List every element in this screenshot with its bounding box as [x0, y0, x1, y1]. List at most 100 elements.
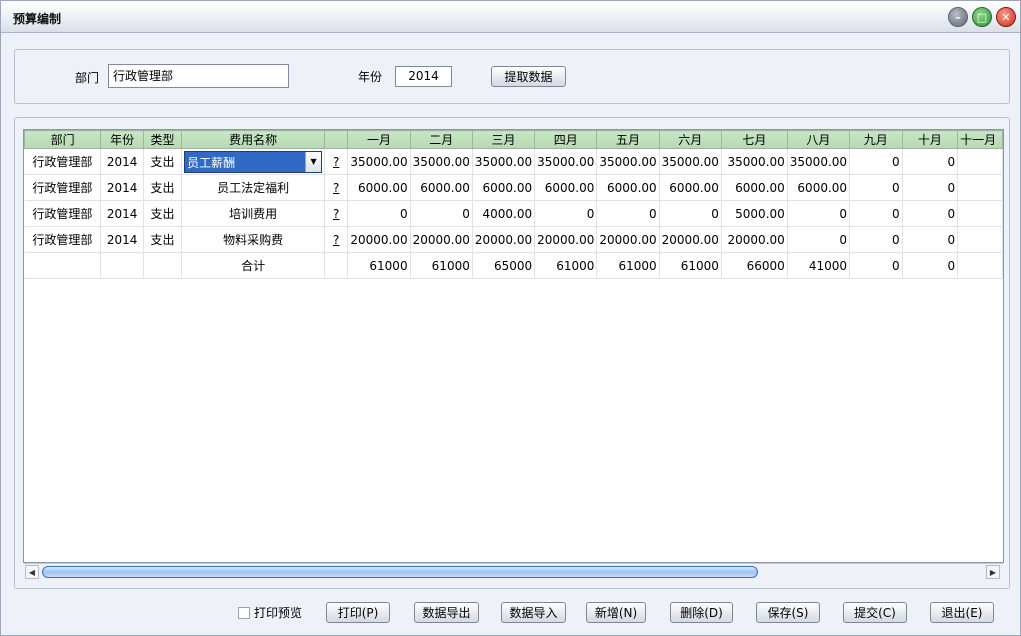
cell-oct[interactable]: 0 — [902, 200, 959, 227]
cell-year[interactable]: 2014 — [100, 200, 144, 227]
col-header-oct[interactable]: 十月 — [901, 130, 959, 149]
cell-oct[interactable]: 0 — [902, 148, 959, 175]
table-row[interactable]: 行政管理部 2014 支出 员工法定福利 ? 6000.00 6000.00 6… — [24, 174, 1003, 201]
cell-mar[interactable]: 20000.00 — [472, 226, 536, 253]
cell-year[interactable]: 2014 — [100, 226, 144, 253]
col-header-may[interactable]: 五月 — [596, 130, 660, 149]
cell-type[interactable]: 支出 — [143, 200, 183, 227]
title-bar[interactable]: 预算编制 – □ ✕ — [1, 1, 1020, 33]
scrollbar-thumb[interactable] — [42, 566, 758, 578]
cell-expense-name[interactable]: 员工法定福利 — [181, 174, 326, 201]
col-header-dept[interactable]: 部门 — [24, 130, 102, 149]
cell-mar[interactable]: 35000.00 — [472, 148, 536, 175]
cell-may[interactable]: 0 — [596, 200, 660, 227]
cell-apr[interactable]: 0 — [534, 200, 598, 227]
cell-feb[interactable]: 35000.00 — [410, 148, 473, 175]
col-header-jul[interactable]: 七月 — [720, 130, 788, 149]
cell-aug[interactable]: 35000.00 — [787, 148, 851, 175]
submit-button[interactable]: 提交(C) — [843, 602, 907, 623]
cell-year[interactable]: 2014 — [100, 148, 144, 175]
cell-jul[interactable]: 5000.00 — [721, 200, 788, 227]
cell-apr[interactable]: 6000.00 — [534, 174, 598, 201]
cell-dept[interactable]: 行政管理部 — [24, 148, 102, 175]
cell-aug[interactable]: 0 — [787, 226, 851, 253]
cell-nov[interactable] — [957, 200, 1003, 227]
fetch-data-button[interactable]: 提取数据 — [491, 66, 566, 87]
cell-apr[interactable]: 35000.00 — [534, 148, 598, 175]
cell-nov[interactable] — [957, 174, 1003, 201]
scroll-right-icon[interactable]: ▶ — [986, 565, 1000, 579]
col-header-aug[interactable]: 八月 — [786, 130, 851, 149]
col-header-jun[interactable]: 六月 — [658, 130, 722, 149]
col-header-feb[interactable]: 二月 — [409, 130, 473, 149]
cell-jul[interactable]: 20000.00 — [721, 226, 788, 253]
cell-expense-name[interactable]: 物料采购费 — [181, 226, 326, 253]
export-data-button[interactable]: 数据导出 — [414, 602, 479, 623]
cell-jun[interactable]: 0 — [659, 200, 722, 227]
print-button[interactable]: 打印(P) — [326, 602, 390, 623]
exit-button[interactable]: 退出(E) — [930, 602, 994, 623]
cell-type[interactable]: 支出 — [143, 148, 183, 175]
cell-year[interactable]: 2014 — [100, 174, 144, 201]
cell-type[interactable]: 支出 — [143, 226, 183, 253]
cell-jul[interactable]: 6000.00 — [721, 174, 788, 201]
cell-aug[interactable]: 0 — [787, 200, 851, 227]
cell-may[interactable]: 6000.00 — [596, 174, 660, 201]
save-button[interactable]: 保存(S) — [756, 602, 820, 623]
horizontal-scrollbar[interactable]: ◀ ▶ — [24, 563, 1003, 579]
table-row[interactable]: 行政管理部 2014 支出 员工薪酬 ▼ ? 35000.00 35000.00… — [24, 148, 1003, 175]
help-link[interactable]: ? — [324, 148, 349, 175]
help-link[interactable]: ? — [324, 226, 349, 253]
cell-sep[interactable]: 0 — [849, 174, 903, 201]
cell-feb[interactable]: 20000.00 — [410, 226, 473, 253]
col-header-help[interactable] — [324, 130, 349, 149]
cell-nov[interactable] — [957, 148, 1003, 175]
cell-type[interactable]: 支出 — [143, 174, 183, 201]
scroll-left-icon[interactable]: ◀ — [25, 565, 39, 579]
cell-jan[interactable]: 0 — [347, 200, 411, 227]
cell-jun[interactable]: 6000.00 — [659, 174, 722, 201]
cell-mar[interactable]: 6000.00 — [472, 174, 536, 201]
cell-expense-name[interactable]: 培训费用 — [181, 200, 326, 227]
col-header-sep[interactable]: 九月 — [849, 130, 903, 149]
help-link[interactable]: ? — [324, 174, 349, 201]
cell-dept[interactable]: 行政管理部 — [24, 200, 102, 227]
cell-sep[interactable]: 0 — [849, 148, 903, 175]
cell-jul[interactable]: 35000.00 — [721, 148, 788, 175]
import-data-button[interactable]: 数据导入 — [501, 602, 566, 623]
delete-button[interactable]: 删除(D) — [670, 602, 733, 623]
cell-may[interactable]: 35000.00 — [596, 148, 660, 175]
maximize-icon[interactable]: □ — [972, 7, 992, 27]
year-field[interactable]: 2014 — [395, 66, 452, 87]
add-button[interactable]: 新增(N) — [586, 602, 646, 623]
dept-field[interactable]: 行政管理部 — [108, 64, 289, 88]
cell-mar[interactable]: 4000.00 — [472, 200, 536, 227]
col-header-mar[interactable]: 三月 — [471, 130, 536, 149]
table-row[interactable]: 行政管理部 2014 支出 物料采购费 ? 20000.00 20000.00 … — [24, 226, 1003, 253]
help-link[interactable]: ? — [324, 200, 349, 227]
col-header-apr[interactable]: 四月 — [534, 130, 598, 149]
cell-apr[interactable]: 20000.00 — [534, 226, 598, 253]
cell-sep[interactable]: 0 — [849, 200, 903, 227]
col-header-jan[interactable]: 一月 — [347, 130, 411, 149]
cell-sep[interactable]: 0 — [849, 226, 903, 253]
chevron-down-icon[interactable]: ▼ — [305, 151, 322, 172]
budget-table-area[interactable]: 部门 年份 类型 费用名称 一月 二月 三月 四月 五月 六月 七月 八月 九月… — [23, 129, 1004, 563]
minimize-icon[interactable]: – — [948, 7, 968, 27]
expense-name-dropdown[interactable]: 员工薪酬 ▼ — [184, 150, 323, 173]
col-header-nov[interactable]: 十一月 — [957, 130, 1003, 149]
cell-dept[interactable]: 行政管理部 — [24, 226, 102, 253]
cell-jun[interactable]: 35000.00 — [659, 148, 722, 175]
col-header-year[interactable]: 年份 — [100, 130, 144, 149]
cell-jan[interactable]: 35000.00 — [347, 148, 411, 175]
cell-aug[interactable]: 6000.00 — [787, 174, 851, 201]
cell-jan[interactable]: 20000.00 — [347, 226, 411, 253]
cell-oct[interactable]: 0 — [902, 226, 959, 253]
cell-feb[interactable]: 6000.00 — [410, 174, 473, 201]
close-icon[interactable]: ✕ — [996, 7, 1016, 27]
cell-feb[interactable]: 0 — [410, 200, 473, 227]
cell-nov[interactable] — [957, 226, 1003, 253]
cell-may[interactable]: 20000.00 — [596, 226, 660, 253]
print-preview-checkbox[interactable] — [238, 606, 250, 619]
cell-jun[interactable]: 20000.00 — [659, 226, 722, 253]
